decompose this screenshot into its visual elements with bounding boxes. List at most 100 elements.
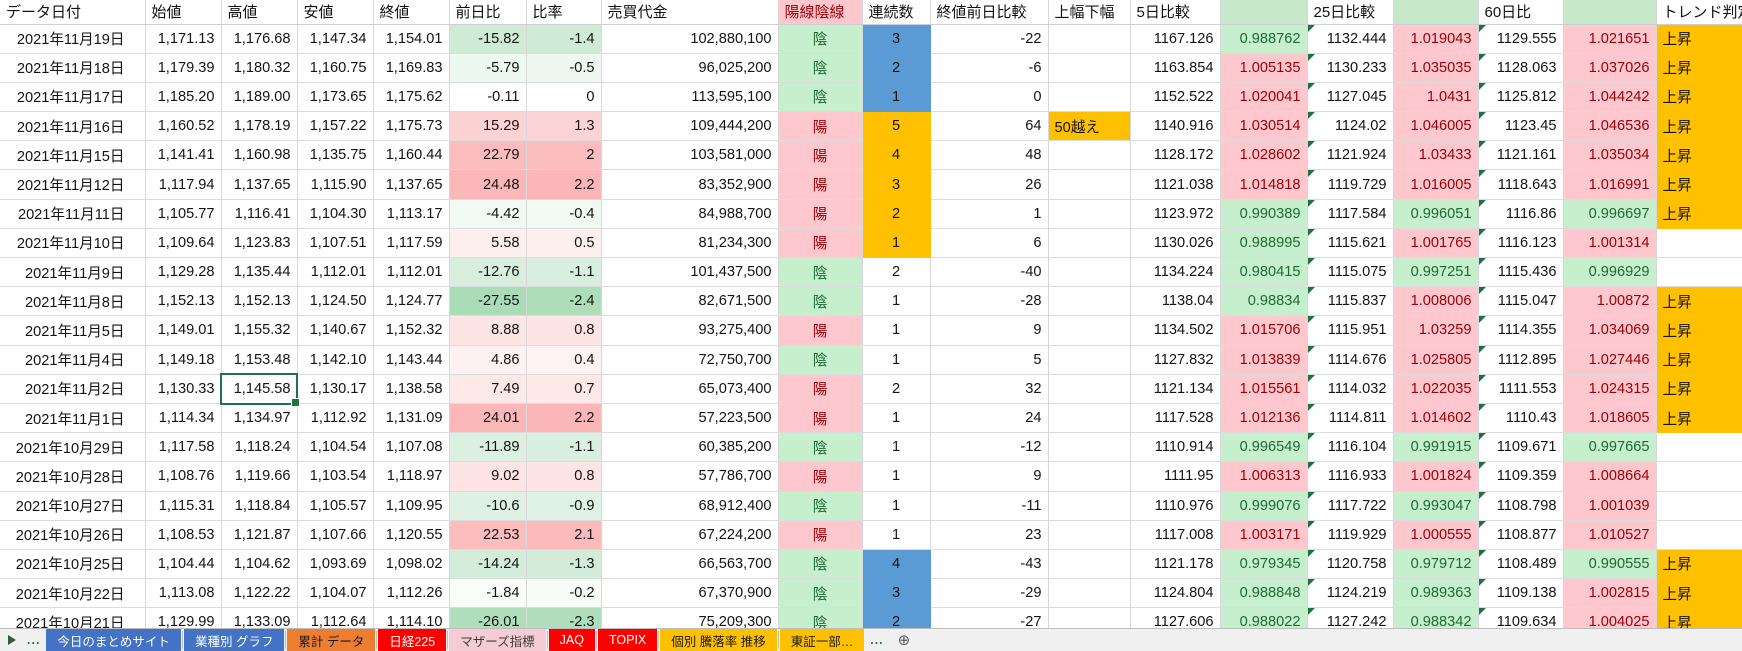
cell-close[interactable]: 1,131.09 bbox=[373, 403, 449, 432]
cell-open[interactable]: 1,115.31 bbox=[145, 491, 221, 520]
cell-volume[interactable]: 65,073,400 bbox=[601, 374, 778, 403]
cell-d25r[interactable]: 1.008006 bbox=[1393, 287, 1478, 316]
cell-d5r[interactable]: 1.014818 bbox=[1220, 170, 1307, 199]
column-header-d25[interactable]: 25日比較 bbox=[1307, 0, 1393, 24]
cell-low[interactable]: 1,173.65 bbox=[297, 82, 373, 111]
cell-ratio[interactable]: -1.4 bbox=[526, 24, 601, 53]
cell-change[interactable]: -0.11 bbox=[449, 82, 526, 111]
sheet-tab-5[interactable]: マザーズ指標 bbox=[449, 629, 545, 651]
cell-candle[interactable]: 陽 bbox=[778, 520, 862, 549]
cell-candle[interactable]: 陽 bbox=[778, 112, 862, 141]
cell-d5r[interactable]: 0.988848 bbox=[1220, 579, 1307, 608]
cell-d25[interactable]: 1124.02 bbox=[1307, 112, 1393, 141]
cell-streak[interactable]: 4 bbox=[862, 549, 930, 578]
cell-d60[interactable]: 1116.123 bbox=[1478, 228, 1563, 257]
cell-change[interactable]: 7.49 bbox=[449, 374, 526, 403]
cell-ratio[interactable]: 0.7 bbox=[526, 374, 601, 403]
cell-d5[interactable]: 1128.172 bbox=[1130, 141, 1220, 170]
cell-trend[interactable]: 上昇 bbox=[1656, 579, 1742, 608]
cell-d60[interactable]: 1108.798 bbox=[1478, 491, 1563, 520]
sheet-tab-9[interactable]: 東証一部… bbox=[780, 629, 865, 651]
sheet-tab-4[interactable]: 日経225 bbox=[378, 629, 446, 651]
cell-volume[interactable]: 109,444,200 bbox=[601, 112, 778, 141]
cell-date[interactable]: 2021年10月29日 bbox=[0, 433, 145, 462]
cell-d25r[interactable]: 1.03433 bbox=[1393, 141, 1478, 170]
cell-d5[interactable]: 1130.026 bbox=[1130, 228, 1220, 257]
cell-close_diff[interactable]: -28 bbox=[930, 287, 1048, 316]
cell-d25[interactable]: 1115.075 bbox=[1307, 258, 1393, 287]
cell-streak[interactable]: 1 bbox=[862, 520, 930, 549]
cell-ratio[interactable]: 0.8 bbox=[526, 316, 601, 345]
column-header-d60[interactable]: 60日比 bbox=[1478, 0, 1563, 24]
cell-d5[interactable]: 1124.804 bbox=[1130, 579, 1220, 608]
cell-close[interactable]: 1,117.59 bbox=[373, 228, 449, 257]
cell-d25[interactable]: 1124.219 bbox=[1307, 579, 1393, 608]
cell-trend[interactable] bbox=[1656, 258, 1742, 287]
cell-close[interactable]: 1,154.01 bbox=[373, 24, 449, 53]
cell-low[interactable]: 1,115.90 bbox=[297, 170, 373, 199]
cell-date[interactable]: 2021年10月26日 bbox=[0, 520, 145, 549]
cell-close_diff[interactable]: -43 bbox=[930, 549, 1048, 578]
cell-candle[interactable]: 陰 bbox=[778, 24, 862, 53]
cell-close_diff[interactable]: -12 bbox=[930, 433, 1048, 462]
cell-d5[interactable]: 1123.972 bbox=[1130, 199, 1220, 228]
cell-d25r[interactable]: 1.001765 bbox=[1393, 228, 1478, 257]
cell-low[interactable]: 1,104.07 bbox=[297, 579, 373, 608]
cell-open[interactable]: 1,130.33 bbox=[145, 374, 221, 403]
sheet-tab-6[interactable]: JAQ bbox=[549, 629, 595, 651]
cell-volume[interactable]: 57,223,500 bbox=[601, 403, 778, 432]
cell-ratio[interactable]: 1.3 bbox=[526, 112, 601, 141]
cell-change[interactable]: 24.01 bbox=[449, 403, 526, 432]
cell-date[interactable]: 2021年11月8日 bbox=[0, 287, 145, 316]
cell-candle[interactable]: 陰 bbox=[778, 53, 862, 82]
cell-candle[interactable]: 陰 bbox=[778, 549, 862, 578]
column-header-d5[interactable]: 5日比較 bbox=[1130, 0, 1220, 24]
cell-trend[interactable]: 上昇 bbox=[1656, 287, 1742, 316]
cell-streak[interactable]: 1 bbox=[862, 228, 930, 257]
cell-open[interactable]: 1,152.13 bbox=[145, 287, 221, 316]
sheet-tab-8[interactable]: 個別 騰落率 推移 bbox=[660, 629, 776, 651]
cell-d25r[interactable]: 1.025805 bbox=[1393, 345, 1478, 374]
cell-open[interactable]: 1,108.76 bbox=[145, 462, 221, 491]
cell-width_note[interactable]: 50越え bbox=[1048, 112, 1130, 141]
sheet-tab-2[interactable]: 業種別 グラフ bbox=[184, 629, 284, 651]
cell-d25[interactable]: 1117.584 bbox=[1307, 199, 1393, 228]
cell-high[interactable]: 1,153.48 bbox=[221, 345, 297, 374]
cell-ratio[interactable]: 2.2 bbox=[526, 170, 601, 199]
cell-width_note[interactable] bbox=[1048, 491, 1130, 520]
column-header-streak[interactable]: 連続数 bbox=[862, 0, 930, 24]
cell-ratio[interactable]: -1.1 bbox=[526, 433, 601, 462]
cell-candle[interactable]: 陰 bbox=[778, 287, 862, 316]
cell-date[interactable]: 2021年11月4日 bbox=[0, 345, 145, 374]
cell-d5[interactable]: 1134.502 bbox=[1130, 316, 1220, 345]
cell-d5r[interactable]: 0.996549 bbox=[1220, 433, 1307, 462]
cell-candle[interactable]: 陽 bbox=[778, 228, 862, 257]
cell-ratio[interactable]: -0.2 bbox=[526, 579, 601, 608]
cell-d5r[interactable]: 0.980415 bbox=[1220, 258, 1307, 287]
column-header-close[interactable]: 終値 bbox=[373, 0, 449, 24]
cell-d5[interactable]: 1163.854 bbox=[1130, 53, 1220, 82]
column-header-volume[interactable]: 売買代金 bbox=[601, 0, 778, 24]
cell-close_diff[interactable]: -40 bbox=[930, 258, 1048, 287]
cell-change[interactable]: -15.82 bbox=[449, 24, 526, 53]
cell-d5r[interactable]: 0.999076 bbox=[1220, 491, 1307, 520]
cell-open[interactable]: 1,149.18 bbox=[145, 345, 221, 374]
cell-trend[interactable]: 上昇 bbox=[1656, 403, 1742, 432]
cell-close_diff[interactable]: 23 bbox=[930, 520, 1048, 549]
cell-d25r[interactable]: 1.019043 bbox=[1393, 24, 1478, 53]
cell-d25[interactable]: 1114.676 bbox=[1307, 345, 1393, 374]
cell-d60r[interactable]: 1.024315 bbox=[1563, 374, 1656, 403]
cell-open[interactable]: 1,160.52 bbox=[145, 112, 221, 141]
cell-high[interactable]: 1,137.65 bbox=[221, 170, 297, 199]
cell-close_diff[interactable]: -22 bbox=[930, 24, 1048, 53]
cell-change[interactable]: -14.24 bbox=[449, 549, 526, 578]
cell-trend[interactable]: 上昇 bbox=[1656, 112, 1742, 141]
cell-candle[interactable]: 陽 bbox=[778, 170, 862, 199]
cell-trend[interactable]: 上昇 bbox=[1656, 345, 1742, 374]
cell-volume[interactable]: 72,750,700 bbox=[601, 345, 778, 374]
cell-change[interactable]: 15.29 bbox=[449, 112, 526, 141]
cell-close_diff[interactable]: 0 bbox=[930, 82, 1048, 111]
cell-ratio[interactable]: -1.3 bbox=[526, 549, 601, 578]
cell-d60[interactable]: 1110.43 bbox=[1478, 403, 1563, 432]
cell-candle[interactable]: 陰 bbox=[778, 258, 862, 287]
